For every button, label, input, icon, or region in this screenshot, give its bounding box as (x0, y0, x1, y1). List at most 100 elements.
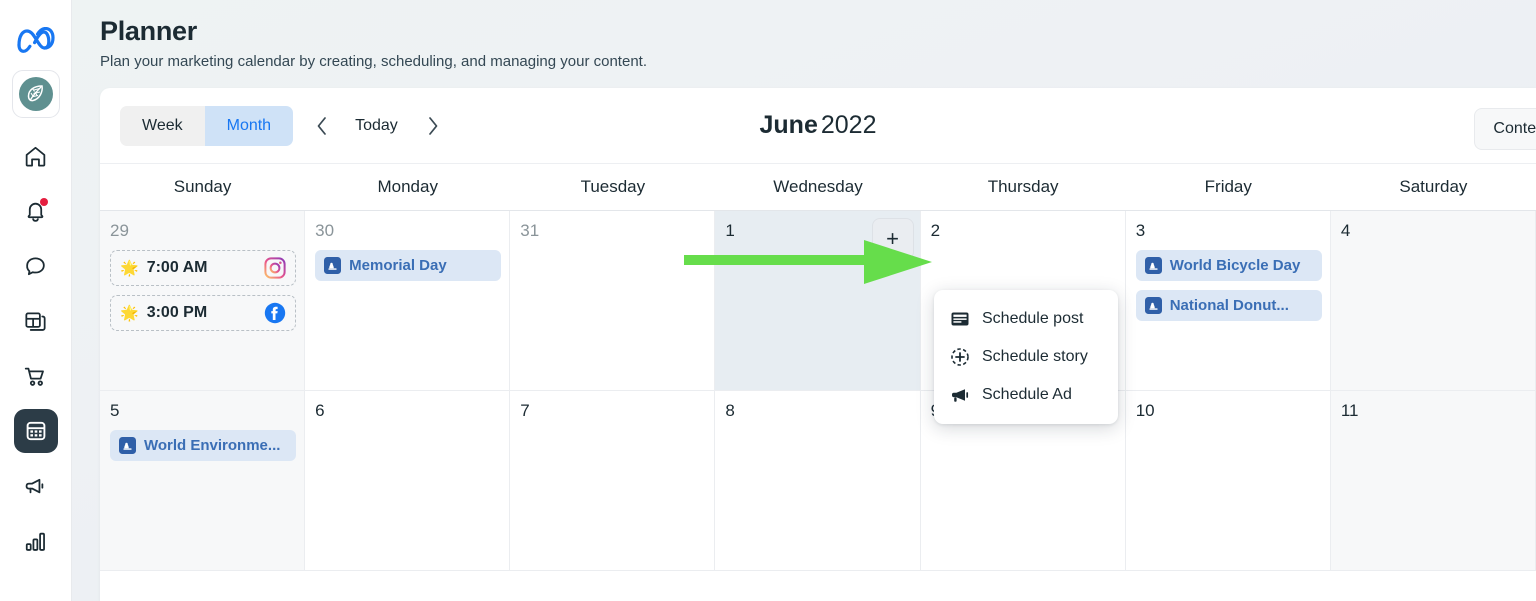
menu-label: Schedule Ad (982, 386, 1072, 403)
calendar-day-cell[interactable]: 11 (1330, 391, 1536, 571)
holiday-event-title: Memorial Day (349, 257, 447, 274)
holiday-icon (324, 257, 342, 274)
megaphone-icon (25, 478, 44, 493)
brand-leaf-icon (18, 77, 53, 111)
pages-icon (25, 311, 46, 331)
year-value: 2022 (820, 111, 877, 139)
star-icon: 🌟 (120, 260, 139, 277)
calendar-day-cell[interactable]: 3 World Bicycle Day National Donut... (1125, 211, 1331, 391)
schedule-story-icon (950, 347, 970, 367)
calendar-day-cell[interactable]: 29 🌟 7:00 AM 🌟 3:00 PM (100, 211, 306, 391)
holiday-icon (119, 437, 136, 454)
calendar-day-cell[interactable]: 7 (510, 391, 716, 571)
menu-item-schedule-story[interactable]: Schedule story (934, 338, 1118, 376)
day-number: 29 (110, 221, 129, 240)
menu-item-schedule-ad[interactable]: Schedule Ad (934, 376, 1118, 414)
day-number: 11 (1340, 401, 1359, 420)
week-view-button[interactable]: Week (120, 105, 205, 146)
dow-thursday: Thursday (987, 177, 1059, 196)
calendar-day-cell[interactable]: 4 (1330, 211, 1536, 391)
holiday-event-title: World Bicycle Day (1169, 257, 1301, 274)
day-number: 6 (315, 401, 325, 420)
home-icon (25, 146, 46, 167)
calendar-day-cell[interactable]: 30 Memorial Day (305, 211, 511, 391)
previous-month-button[interactable] (305, 109, 339, 143)
holiday-event[interactable]: Memorial Day (315, 250, 502, 281)
today-button[interactable]: Today (341, 111, 412, 141)
brand-avatar[interactable] (11, 70, 60, 118)
bar-chart-icon (25, 532, 45, 551)
day-number: 30 (315, 221, 335, 240)
day-number: 2 (930, 221, 941, 240)
calendar-day-cell[interactable]: 10 (1125, 391, 1331, 571)
scheduled-slot[interactable]: 🌟 7:00 AM (110, 250, 297, 286)
slot-time: 3:00 PM (146, 304, 208, 321)
calendar-day-cell[interactable]: 8 (715, 391, 921, 571)
day-number: 10 (1135, 401, 1155, 420)
calendar-grid: 29 🌟 7:00 AM 🌟 3:00 PM 30 Memorial Day 31 1 + 2 3 Wo… (100, 211, 1536, 571)
chevron-right-icon (428, 116, 438, 135)
day-number: 8 (725, 401, 735, 420)
day-number: 4 (1340, 221, 1351, 240)
calendar-day-cell[interactable]: 5 World Environme... (100, 391, 306, 571)
month-view-button[interactable]: Month (204, 105, 294, 146)
next-month-button[interactable] (416, 109, 450, 143)
sidebar-item-notifications[interactable] (14, 189, 58, 233)
day-number: 5 (110, 401, 120, 420)
content-button[interactable]: Conten (1474, 108, 1536, 150)
dow-tuesday: Tuesday (580, 177, 646, 196)
main-content: Planner Plan your marketing calendar by … (72, 0, 1536, 601)
menu-item-schedule-post[interactable]: Schedule post (934, 300, 1118, 338)
day-number: 7 (520, 401, 530, 420)
planner-card: Week Month Today June 2022 Conte Sunday … (100, 88, 1536, 601)
holiday-event-title: National Donut... (1169, 297, 1289, 314)
schedule-post-icon (950, 309, 970, 329)
dow-saturday: Saturday (1399, 177, 1468, 196)
chevron-left-icon (317, 116, 326, 135)
month-name: June (759, 111, 818, 139)
holiday-event[interactable]: National Donut... (1135, 290, 1322, 321)
calendar-day-cell[interactable]: 6 (305, 391, 511, 571)
sidebar-item-commerce[interactable] (14, 354, 58, 398)
scheduled-slot[interactable]: 🌟 3:00 PM (110, 295, 297, 331)
add-day-button[interactable]: + (871, 218, 914, 260)
calendar-icon (26, 421, 45, 441)
menu-label: Schedule post (982, 310, 1084, 327)
calendar-day-cell[interactable]: 1 + (715, 211, 921, 391)
chat-icon (26, 256, 45, 275)
star-icon: 🌟 (120, 305, 139, 322)
schedule-ad-icon (950, 385, 970, 405)
schedule-dropdown-menu: Schedule post Schedule story Schedule Ad (934, 290, 1118, 424)
page-title: Planner (100, 16, 197, 46)
instagram-icon (264, 257, 286, 279)
sidebar (0, 0, 72, 601)
day-of-week-header: Sunday Monday Tuesday Wednesday Thursday… (100, 163, 1536, 211)
sidebar-item-planner[interactable] (13, 409, 58, 453)
holiday-event[interactable]: World Bicycle Day (1135, 250, 1322, 281)
sidebar-item-home[interactable] (14, 134, 58, 178)
sidebar-item-pages[interactable] (14, 299, 58, 343)
sidebar-item-inbox[interactable] (14, 244, 58, 288)
dow-friday: Friday (1204, 177, 1252, 196)
meta-logo-icon[interactable] (14, 18, 58, 62)
calendar-toolbar: Week Month Today June 2022 Conte (100, 88, 1536, 163)
plus-icon: + (886, 226, 899, 251)
facebook-icon (264, 302, 286, 324)
dow-sunday: Sunday (173, 177, 232, 196)
holiday-event[interactable]: World Environme... (110, 430, 297, 461)
dow-wednesday: Wednesday (773, 177, 863, 196)
holiday-event-title: World Environme... (144, 437, 281, 454)
day-number: 31 (520, 221, 540, 240)
notification-badge-dot (39, 198, 48, 206)
holiday-icon (1144, 297, 1162, 314)
dow-monday: Monday (377, 177, 438, 196)
sidebar-item-insights[interactable] (14, 519, 58, 563)
menu-label: Schedule story (982, 348, 1088, 365)
page-subtitle: Plan your marketing calendar by creating… (100, 53, 647, 70)
planner-app: Planner Plan your marketing calendar by … (0, 0, 1536, 601)
view-toggle: Week Month (120, 105, 294, 146)
sidebar-item-ads[interactable] (14, 464, 58, 508)
slot-time: 7:00 AM (146, 259, 208, 276)
calendar-day-cell[interactable]: 31 (510, 211, 716, 391)
cart-icon (24, 367, 44, 386)
